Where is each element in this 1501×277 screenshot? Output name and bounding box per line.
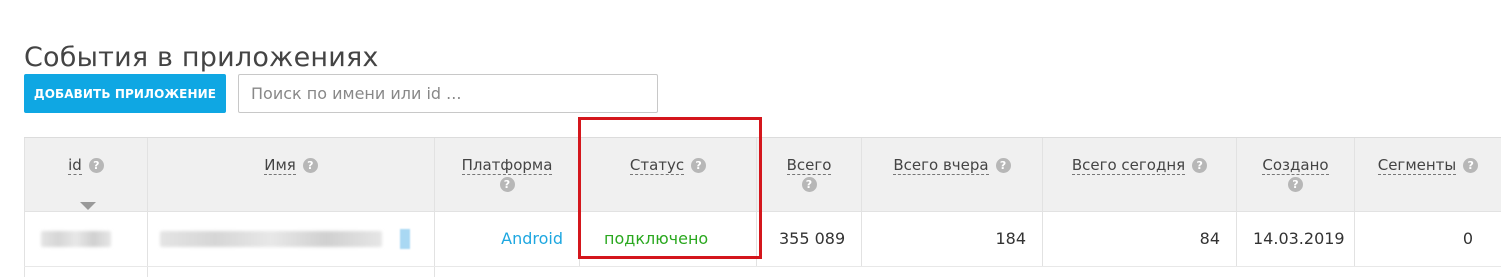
column-header-created[interactable]: Создано ? — [1237, 138, 1355, 211]
help-icon[interactable]: ? — [1463, 158, 1479, 173]
column-label-segments[interactable]: Сегменты — [1377, 156, 1457, 175]
column-label-status[interactable]: Статус — [629, 156, 685, 175]
column-header-total-yesterday[interactable]: Всего вчера? — [862, 138, 1043, 211]
column-label-id[interactable]: id — [68, 156, 82, 175]
sort-descending-icon[interactable] — [80, 202, 96, 210]
column-header-name[interactable]: Имя? — [148, 138, 435, 211]
cell-platform[interactable]: Android — [435, 212, 580, 266]
cell-created: 14.03.2019 — [1237, 212, 1355, 266]
cell-total-yesterday: 184 — [862, 212, 1043, 266]
status-badge: подключено — [604, 229, 709, 248]
column-label-name[interactable]: Имя — [264, 156, 296, 175]
column-label-total[interactable]: Всего — [786, 156, 832, 175]
cell-total: 355 089 — [757, 212, 862, 266]
column-header-status[interactable]: Статус? — [580, 138, 757, 211]
column-label-total-today[interactable]: Всего сегодня — [1071, 156, 1186, 175]
redacted-id — [41, 231, 111, 247]
redacted-name-accent — [400, 229, 410, 249]
column-header-total-today[interactable]: Всего сегодня? — [1043, 138, 1237, 211]
help-icon[interactable]: ? — [995, 158, 1011, 173]
help-icon[interactable]: ? — [88, 158, 104, 173]
page-title: События в приложениях — [24, 42, 379, 74]
column-label-created[interactable]: Создано — [1262, 156, 1329, 175]
help-icon[interactable]: ? — [691, 158, 707, 173]
table-header-row: id? Имя? Платформа ? Статус? Всего ? Все… — [24, 138, 1501, 212]
column-label-platform[interactable]: Платформа — [461, 156, 553, 175]
help-icon[interactable]: ? — [499, 177, 515, 192]
table-row[interactable]: Android подключено 355 089 184 84 14.03.… — [24, 212, 1501, 267]
cell-id — [24, 212, 148, 266]
search-input[interactable] — [238, 74, 658, 113]
column-label-total-yesterday[interactable]: Всего вчера — [893, 156, 989, 175]
column-header-total[interactable]: Всего ? — [757, 138, 862, 211]
redacted-name — [160, 231, 382, 247]
cell-segments: 0 — [1462, 229, 1473, 248]
cell-status: подключено — [580, 212, 757, 266]
cell-name — [148, 212, 435, 266]
cell-total-today: 84 — [1043, 212, 1237, 266]
help-icon[interactable]: ? — [1192, 158, 1208, 173]
apps-table: id? Имя? Платформа ? Статус? Всего ? Все… — [24, 137, 1501, 277]
help-icon[interactable]: ? — [1288, 177, 1303, 192]
platform-link[interactable]: Android — [501, 229, 563, 248]
add-app-button[interactable]: ДОБАВИТЬ ПРИЛОЖЕНИЕ — [24, 74, 226, 113]
help-icon[interactable]: ? — [801, 177, 817, 192]
column-header-platform[interactable]: Платформа ? — [435, 138, 580, 211]
column-header-segments[interactable]: Сегменты? — [1355, 138, 1501, 211]
column-header-id[interactable]: id? — [24, 138, 148, 211]
help-icon[interactable]: ? — [302, 158, 318, 173]
